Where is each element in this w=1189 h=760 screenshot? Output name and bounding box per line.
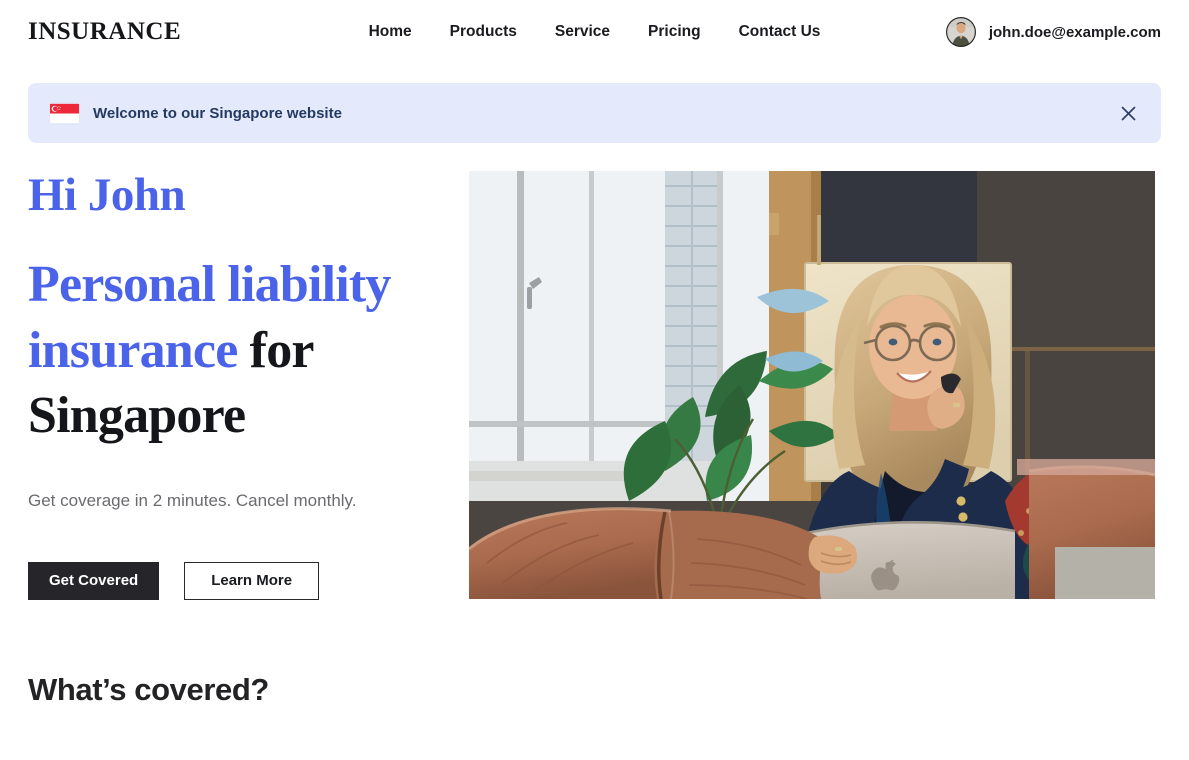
learn-more-button[interactable]: Learn More xyxy=(184,561,320,600)
headline-accent-text: Personal liability insurance xyxy=(28,256,391,379)
user-email-label: john.doe@example.com xyxy=(988,23,1161,41)
whats-covered-heading: What’s covered? xyxy=(28,671,269,707)
nav-item-contact-us[interactable]: Contact Us xyxy=(739,23,821,41)
nav-item-products[interactable]: Products xyxy=(450,23,517,41)
hero-section: Hi John Personal liability insurance for… xyxy=(0,169,1189,600)
nav-item-service[interactable]: Service xyxy=(555,23,610,41)
site-header: INSURANCE Home Products Service Pricing … xyxy=(0,0,1189,64)
get-covered-button[interactable]: Get Covered xyxy=(28,561,160,600)
site-logo[interactable]: INSURANCE xyxy=(28,18,181,46)
main-navigation: Home Products Service Pricing Contact Us xyxy=(369,23,821,41)
hero-subtext: Get coverage in 2 minutes. Cancel monthl… xyxy=(28,490,357,510)
hero-text-column: Hi John Personal liability insurance for… xyxy=(28,169,469,600)
nav-item-home[interactable]: Home xyxy=(369,23,412,41)
user-account-area: john.doe@example.com xyxy=(945,17,1161,47)
hero-photo xyxy=(469,171,1155,599)
user-avatar-photo[interactable] xyxy=(945,17,976,47)
hero-cta-row: Get Covered Learn More xyxy=(28,561,459,600)
singapore-flag-icon xyxy=(50,103,79,124)
greeting-heading: Hi John xyxy=(28,169,186,221)
hero-image-column xyxy=(469,171,1161,599)
banner-container: Welcome to our Singapore website xyxy=(0,64,1189,143)
banner-message: Welcome to our Singapore website xyxy=(93,104,342,122)
locale-welcome-banner: Welcome to our Singapore website xyxy=(28,83,1161,143)
close-icon[interactable] xyxy=(1113,98,1143,128)
hero-headline: Personal liability insurance for Singapo… xyxy=(28,252,459,449)
nav-item-pricing[interactable]: Pricing xyxy=(648,23,701,41)
